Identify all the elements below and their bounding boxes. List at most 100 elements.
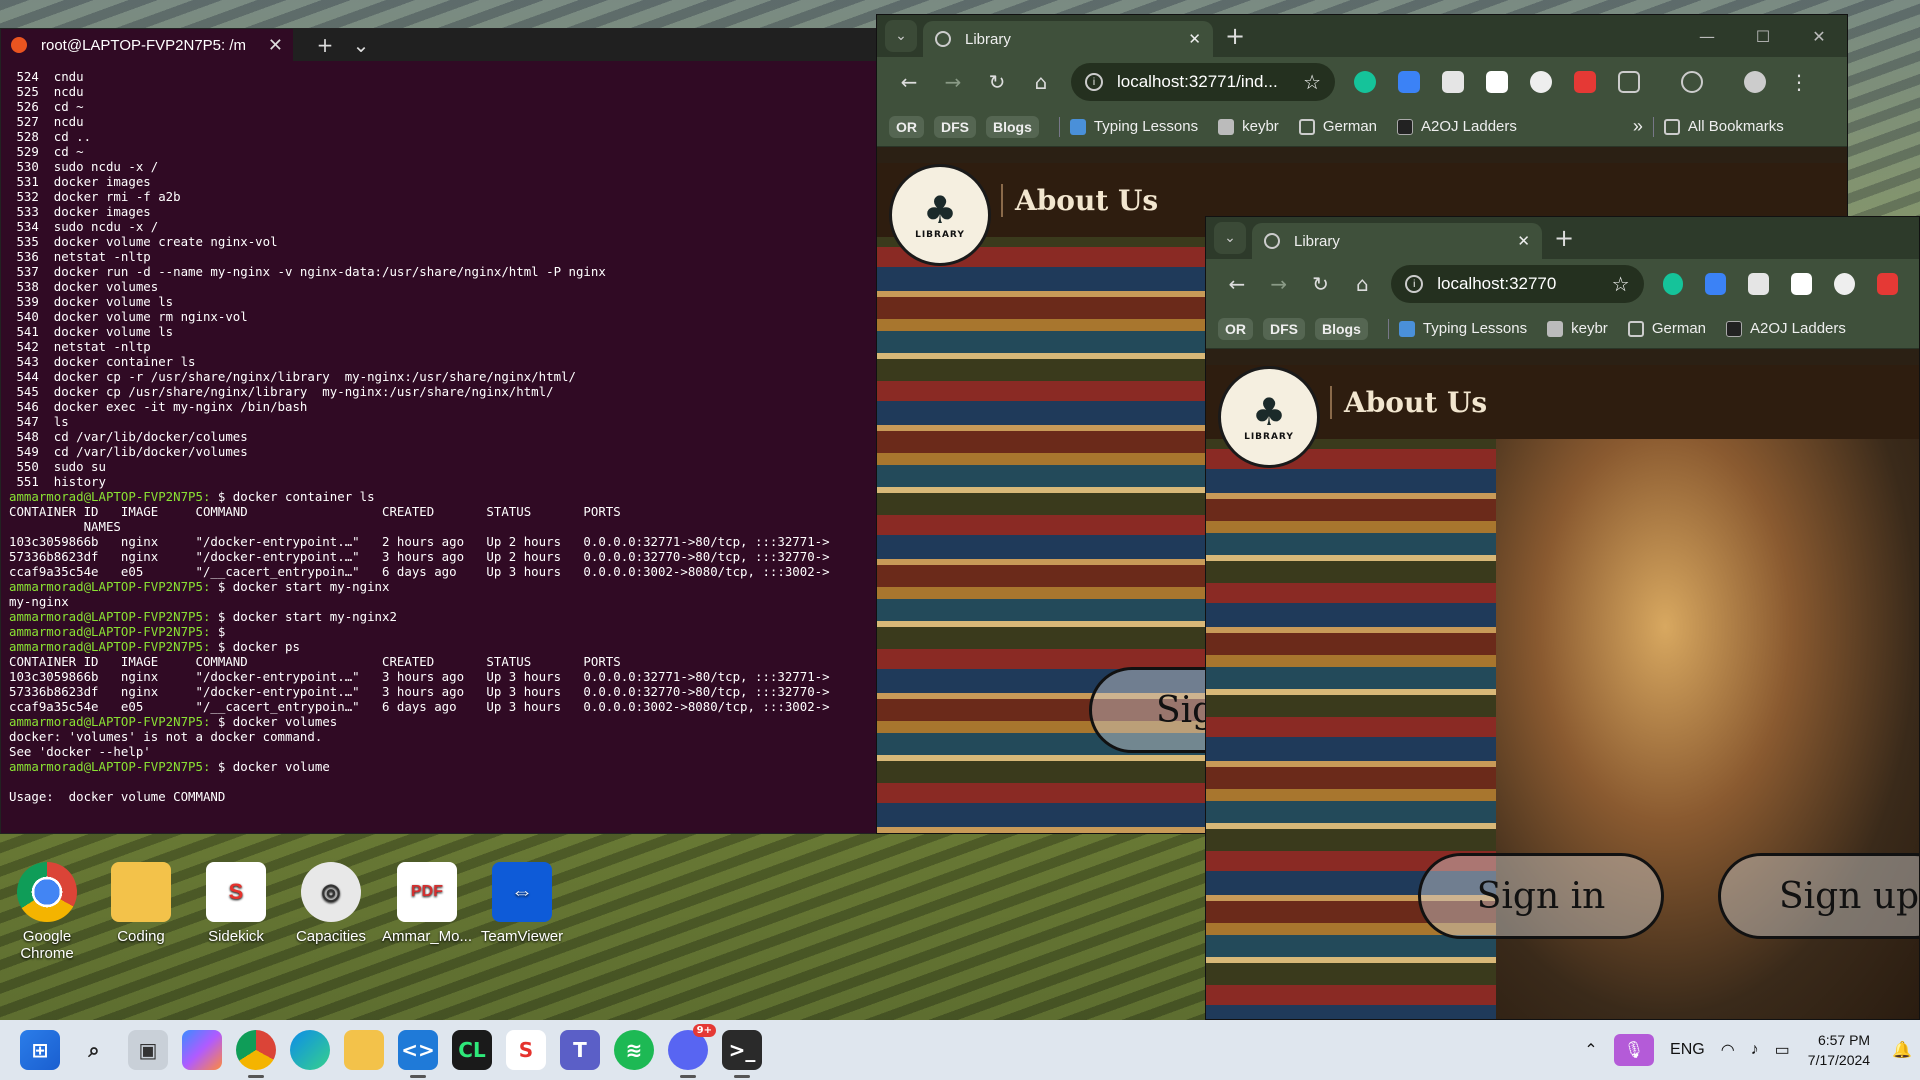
eyedropper-icon[interactable] xyxy=(1442,71,1464,93)
close-window-button[interactable]: ✕ xyxy=(1791,27,1847,46)
file-explorer-icon[interactable] xyxy=(344,1030,384,1070)
bookmark-chip-blogs[interactable]: Blogs xyxy=(986,115,1039,138)
browser-tab[interactable]: Library ✕ xyxy=(923,21,1213,57)
home-button[interactable]: ⌂ xyxy=(1341,272,1383,296)
sign-in-button[interactable]: Sign in xyxy=(1418,853,1664,939)
desktop-icon-sidekick[interactable]: S Sidekick xyxy=(191,862,281,945)
minimize-button[interactable]: — xyxy=(1679,27,1735,46)
battery-icon[interactable]: ▭ xyxy=(1775,1040,1790,1060)
bookmark-chip-blogs[interactable]: Blogs xyxy=(1315,317,1368,340)
teams-icon[interactable]: T xyxy=(560,1030,600,1070)
eyedropper-icon[interactable] xyxy=(1748,273,1770,295)
grammarly-icon[interactable] xyxy=(1662,273,1684,295)
bookmark-german[interactable]: German xyxy=(1627,320,1706,337)
library-logo[interactable]: ♣ LIBRARY xyxy=(889,164,991,266)
desktop-icon-chrome[interactable]: Google Chrome xyxy=(2,862,92,962)
red-extension-icon[interactable] xyxy=(1574,71,1596,93)
desktop-icon-teamviewer[interactable]: ⇔ TeamViewer xyxy=(477,862,567,945)
reload-button[interactable]: ↻ xyxy=(1300,272,1342,296)
close-icon[interactable]: ✕ xyxy=(1517,232,1530,250)
copilot-icon[interactable] xyxy=(182,1030,222,1070)
extensions-icon[interactable] xyxy=(1618,71,1640,93)
terminal-window[interactable]: root@LAPTOP-FVP2N7P5: /m ✕ + ⌄ 524 cndu … xyxy=(0,28,878,834)
bookmark-separator xyxy=(1387,318,1389,339)
task-view-icon[interactable]: ▣ xyxy=(128,1030,168,1070)
bookmark-german[interactable]: German xyxy=(1298,118,1377,135)
search-icon[interactable]: ⌕ xyxy=(74,1030,114,1070)
discord-badge: 9+ xyxy=(692,1024,716,1037)
bookmark-chip-dfs[interactable]: DFS xyxy=(934,115,976,138)
forward-button[interactable]: → xyxy=(1258,272,1300,296)
terminal-line: ammarmorad@LAPTOP-FVP2N7P5: $ docker vol… xyxy=(9,759,877,774)
microphone-icon[interactable]: 🎙 xyxy=(1613,1034,1655,1066)
new-tab-button[interactable]: + xyxy=(1225,22,1245,50)
vscode-icon[interactable]: <> xyxy=(398,1030,438,1078)
terminal-output[interactable]: 524 cndu 525 ncdu 526 cd ~ 527 ncdu 528 … xyxy=(1,61,877,833)
translate-icon[interactable] xyxy=(1398,71,1420,93)
grammarly-icon[interactable] xyxy=(1354,71,1376,93)
new-tab-button[interactable]: + xyxy=(307,33,343,57)
bookmark-keybr[interactable]: keybr xyxy=(1218,118,1279,135)
start-icon[interactable]: ⊞ xyxy=(20,1030,60,1070)
star-icon[interactable]: ☆ xyxy=(1612,272,1630,297)
all-bookmarks[interactable]: All Bookmarks xyxy=(1663,118,1784,135)
translate-icon[interactable] xyxy=(1705,273,1727,295)
home-button[interactable]: ⌂ xyxy=(1019,70,1063,94)
terminal-icon[interactable]: >_ xyxy=(722,1030,762,1078)
chart-extension-icon[interactable] xyxy=(1791,273,1813,295)
desktop-icon-coding[interactable]: Coding xyxy=(96,862,186,945)
address-bar[interactable]: i localhost:32770 ☆ xyxy=(1391,265,1644,303)
spotify-icon[interactable]: ≋ xyxy=(614,1030,654,1070)
sign-up-button[interactable]: Sign up xyxy=(1718,853,1919,939)
more-bookmarks-icon[interactable]: » xyxy=(1633,116,1643,137)
avatar[interactable] xyxy=(1744,71,1766,93)
chrome-icon[interactable] xyxy=(236,1030,276,1078)
tab-search-button[interactable]: ⌄ xyxy=(1214,222,1246,254)
terminal-tab[interactable]: root@LAPTOP-FVP2N7P5: /m ✕ xyxy=(1,29,293,61)
star-icon[interactable]: ☆ xyxy=(1303,70,1321,95)
browser-window-front[interactable]: ⌄ Library ✕ + ← → ↻ ⌂ i localhost:32770 … xyxy=(1205,216,1920,1020)
clock[interactable]: 6:57 PM 7/17/2024 xyxy=(1808,1030,1870,1070)
site-info-icon[interactable]: i xyxy=(1405,275,1424,293)
forward-button[interactable]: → xyxy=(931,70,975,94)
red-extension-icon[interactable] xyxy=(1877,273,1898,295)
maximize-button[interactable]: ☐ xyxy=(1735,27,1791,46)
discord-icon[interactable]: 9+ xyxy=(668,1024,716,1078)
back-button[interactable]: ← xyxy=(1216,272,1258,296)
new-tab-button[interactable]: + xyxy=(1554,224,1574,252)
reload-button[interactable]: ↻ xyxy=(975,70,1019,94)
bookmark-chip-dfs[interactable]: DFS xyxy=(1263,317,1305,340)
edge-icon[interactable] xyxy=(290,1030,330,1070)
close-icon[interactable]: ✕ xyxy=(1188,30,1201,48)
history-icon[interactable] xyxy=(1681,71,1703,93)
chart-extension-icon[interactable] xyxy=(1486,71,1508,93)
desktop-icon-capacities[interactable]: ◎ Capacities xyxy=(286,862,376,945)
browser-tab[interactable]: Library ✕ xyxy=(1252,223,1542,259)
volume-icon[interactable]: ♪ xyxy=(1751,1041,1759,1059)
language-indicator[interactable]: ENG xyxy=(1670,1041,1705,1059)
chevron-up-icon[interactable]: ⌃ xyxy=(1584,1040,1597,1060)
menu-icon[interactable]: ⋮ xyxy=(1777,70,1821,94)
clion-icon[interactable]: CL xyxy=(452,1030,492,1070)
bookmark-a2oj[interactable]: A2OJ Ladders xyxy=(1397,118,1517,135)
tab-search-button[interactable]: ⌄ xyxy=(885,20,917,52)
chevron-down-icon[interactable]: ⌄ xyxy=(343,33,379,57)
bookmark-typing-lessons[interactable]: Typing Lessons xyxy=(1069,118,1198,135)
terminal-line: 524 cndu xyxy=(9,69,84,84)
wifi-icon[interactable]: ◠ xyxy=(1721,1040,1735,1060)
bookmark-chip-or[interactable]: OR xyxy=(1218,317,1253,340)
address-bar[interactable]: i localhost:32771/ind... ☆ xyxy=(1071,63,1335,101)
bookmark-typing-lessons[interactable]: Typing Lessons xyxy=(1398,320,1527,337)
capacities-extension-icon[interactable] xyxy=(1530,71,1552,93)
bookmark-chip-or[interactable]: OR xyxy=(889,115,924,138)
site-info-icon[interactable]: i xyxy=(1085,73,1103,91)
bookmark-keybr[interactable]: keybr xyxy=(1547,320,1608,337)
bookmark-a2oj[interactable]: A2OJ Ladders xyxy=(1726,320,1846,337)
close-icon[interactable]: ✕ xyxy=(268,35,283,56)
notification-bell-icon[interactable]: 🔔 xyxy=(1892,1040,1912,1060)
capacities-extension-icon[interactable] xyxy=(1834,273,1856,295)
back-button[interactable]: ← xyxy=(887,70,931,94)
sidekick-icon[interactable]: S xyxy=(506,1030,546,1070)
desktop-icon-pdf[interactable]: PDF Ammar_Mo... xyxy=(382,862,472,945)
library-logo[interactable]: ♣ LIBRARY xyxy=(1218,366,1320,468)
